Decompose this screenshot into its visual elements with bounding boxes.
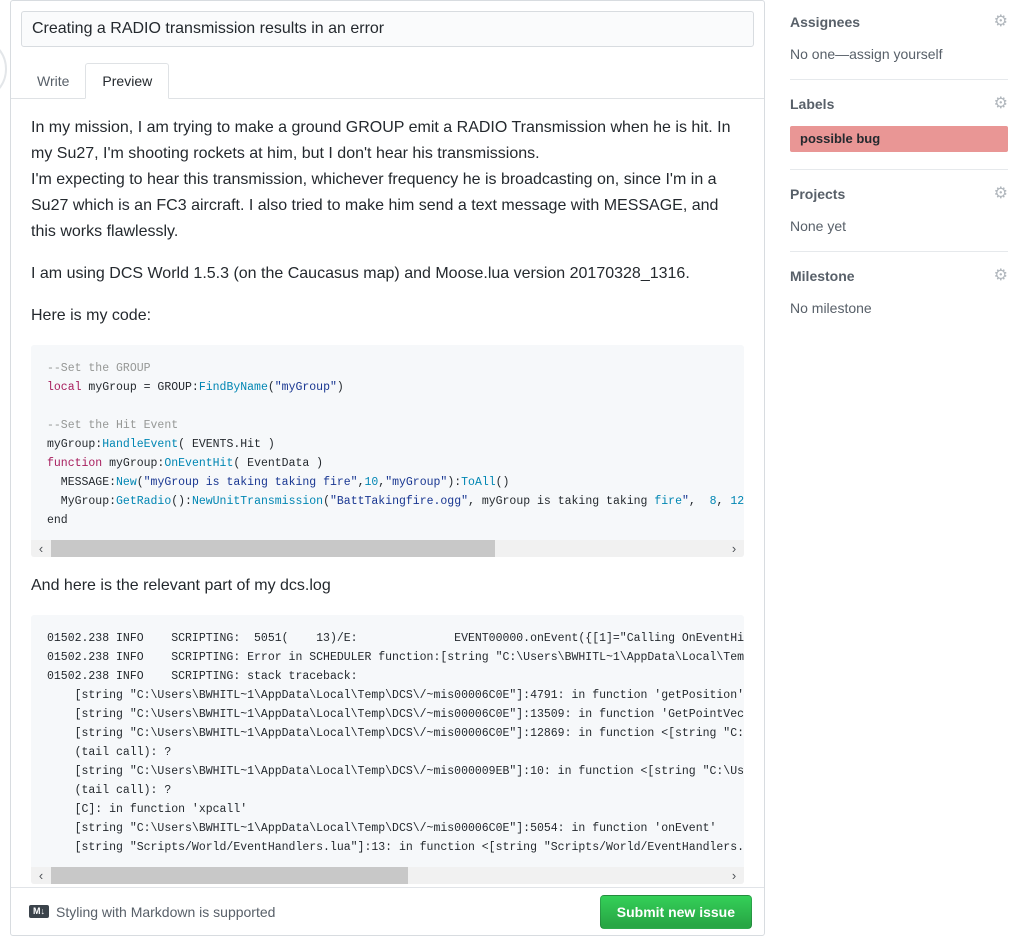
log-line: [string "C:\Users\BWHITL~1\AppData\Local…: [47, 819, 728, 838]
scrollbar-track[interactable]: [51, 867, 724, 884]
scrollbar-thumb[interactable]: [51, 867, 408, 884]
scroll-left-icon[interactable]: ‹: [31, 540, 51, 557]
log-line: (tail call): ?: [47, 781, 728, 800]
sidebar-section-assignees: Assignees ⚙ No one—assign yourself: [790, 14, 1008, 62]
sidebar-section-projects: Projects ⚙ None yet: [790, 186, 1008, 234]
sidebar-divider: [790, 79, 1008, 80]
code-line: end: [47, 511, 728, 530]
gear-icon[interactable]: ⚙: [994, 14, 1008, 30]
log-line: 01502.238 INFO SCRIPTING: Error in SCHED…: [47, 648, 728, 667]
markdown-icon: M↓: [29, 905, 49, 918]
markdown-support-note[interactable]: M↓ Styling with Markdown is supported: [29, 904, 275, 920]
assignees-heading[interactable]: Assignees: [790, 14, 860, 30]
projects-value: None yet: [790, 218, 1008, 234]
issue-body-paragraph-1: In my mission, I am trying to make a gro…: [31, 115, 744, 245]
log-line: 01502.238 INFO SCRIPTING: stack tracebac…: [47, 667, 728, 686]
markdown-note-text: Styling with Markdown is supported: [56, 904, 275, 920]
log-code-block: 01502.238 INFO SCRIPTING: 5051( 13)/E: E…: [31, 615, 744, 884]
form-footer: M↓ Styling with Markdown is supported Su…: [11, 887, 764, 935]
lua-code-content: --Set the GROUPlocal myGroup = GROUP:Fin…: [31, 345, 744, 540]
log-code-horizontal-scrollbar[interactable]: ‹ ›: [31, 867, 744, 884]
issue-body-paragraph-4: And here is the relevant part of my dcs.…: [31, 573, 744, 599]
label-chip[interactable]: possible bug: [790, 126, 1008, 152]
tab-preview[interactable]: Preview: [85, 63, 169, 99]
log-code-content: 01502.238 INFO SCRIPTING: 5051( 13)/E: E…: [31, 615, 744, 867]
log-line: [string "C:\Users\BWHITL~1\AppData\Local…: [47, 705, 728, 724]
milestone-value: No milestone: [790, 300, 1008, 316]
scrollbar-thumb[interactable]: [51, 540, 495, 557]
preview-pane: In my mission, I am trying to make a gro…: [11, 99, 764, 884]
code-line: --Set the GROUP: [47, 359, 728, 378]
submit-new-issue-button[interactable]: Submit new issue: [600, 895, 752, 929]
sidebar-divider: [790, 169, 1008, 170]
code-line: MESSAGE:New("myGroup is taking taking fi…: [47, 473, 728, 492]
write-preview-tabs: Write Preview: [11, 57, 764, 99]
sidebar-section-labels: Labels ⚙ possible bug: [790, 96, 1008, 152]
scroll-right-icon[interactable]: ›: [724, 867, 744, 884]
scroll-left-icon[interactable]: ‹: [31, 867, 51, 884]
new-issue-page: Write Preview In my mission, I am trying…: [0, 0, 1025, 944]
gear-icon[interactable]: ⚙: [994, 268, 1008, 284]
code-line: [47, 397, 728, 416]
code-line: --Set the Hit Event: [47, 416, 728, 435]
scroll-right-icon[interactable]: ›: [724, 540, 744, 557]
tab-write[interactable]: Write: [21, 64, 85, 98]
log-line: [string "C:\Users\BWHITL~1\AppData\Local…: [47, 686, 728, 705]
sidebar-section-milestone: Milestone ⚙ No milestone: [790, 268, 1008, 316]
issue-body-paragraph-3: Here is my code:: [31, 303, 744, 329]
log-line: 01502.238 INFO SCRIPTING: 5051( 13)/E: E…: [47, 629, 728, 648]
assignees-value[interactable]: No one—assign yourself: [790, 46, 1008, 62]
log-line: [C]: in function 'xpcall': [47, 800, 728, 819]
labels-heading[interactable]: Labels: [790, 96, 834, 112]
gear-icon[interactable]: ⚙: [994, 186, 1008, 202]
milestone-heading[interactable]: Milestone: [790, 268, 855, 284]
issue-body-paragraph-2: I am using DCS World 1.5.3 (on the Cauca…: [31, 261, 744, 287]
code-line: function myGroup:OnEventHit( EventData ): [47, 454, 728, 473]
gear-icon[interactable]: ⚙: [994, 96, 1008, 112]
log-line: (tail call): ?: [47, 743, 728, 762]
issue-sidebar: Assignees ⚙ No one—assign yourself Label…: [790, 14, 1008, 316]
code-line: MyGroup:GetRadio():NewUnitTransmission("…: [47, 492, 728, 511]
log-line: [string "Scripts/World/EventHandlers.lua…: [47, 838, 728, 857]
code-line: myGroup:HandleEvent( EVENTS.Hit ): [47, 435, 728, 454]
issue-title-input[interactable]: [21, 11, 754, 47]
lua-code-block: --Set the GROUPlocal myGroup = GROUP:Fin…: [31, 345, 744, 557]
log-line: [string "C:\Users\BWHITL~1\AppData\Local…: [47, 724, 728, 743]
lua-code-horizontal-scrollbar[interactable]: ‹ ›: [31, 540, 744, 557]
scrollbar-track[interactable]: [51, 540, 724, 557]
issue-form-container: Write Preview In my mission, I am trying…: [10, 0, 765, 936]
sidebar-divider: [790, 251, 1008, 252]
avatar: [0, 37, 7, 101]
code-line: local myGroup = GROUP:FindByName("myGrou…: [47, 378, 728, 397]
projects-heading[interactable]: Projects: [790, 186, 845, 202]
log-line: [string "C:\Users\BWHITL~1\AppData\Local…: [47, 762, 728, 781]
